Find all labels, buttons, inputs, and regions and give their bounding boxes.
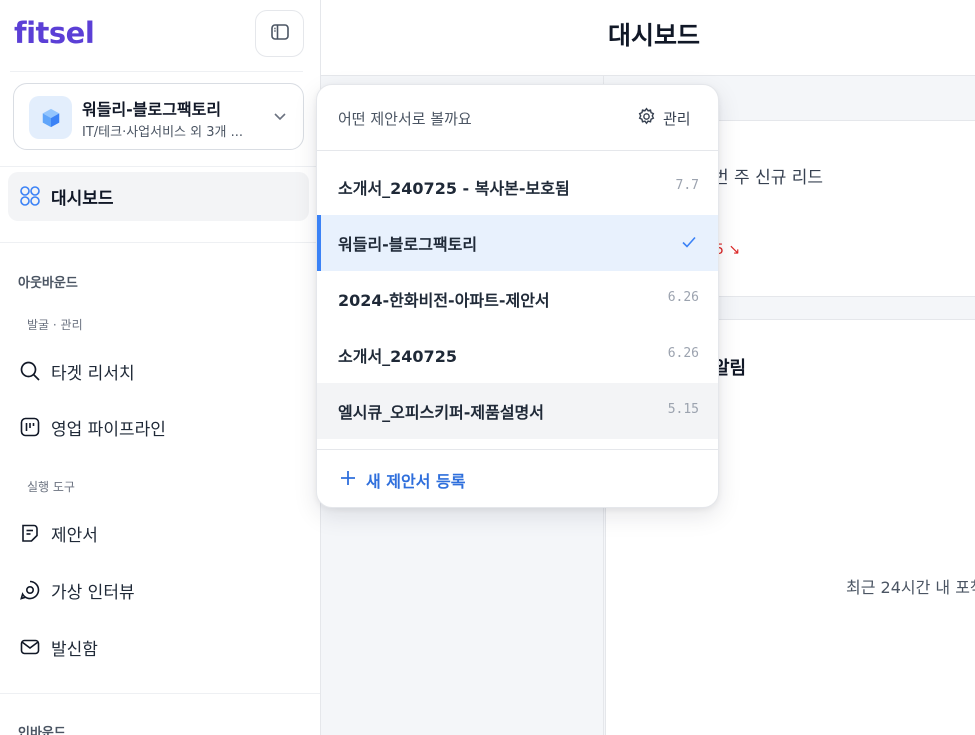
- proposal-name: 소개서_240725 - 복사본-보호됨: [338, 179, 570, 198]
- alerts-empty-text: 최근 24시간 내 포착: [846, 578, 975, 597]
- proposal-option-hovered[interactable]: 엘시큐_오피스키퍼-제품설명서 5.15: [317, 383, 718, 439]
- sidebar-item-label: 영업 파이프라인: [51, 419, 166, 440]
- grid-icon: [18, 184, 42, 208]
- sidebar: fitsel 워들리-블로그팩토리 IT/테크·사업서비스 외 3개 ... 대…: [0, 0, 321, 735]
- mail-icon: [18, 635, 42, 659]
- search-icon: [18, 359, 42, 383]
- manage-label: 관리: [663, 109, 691, 128]
- check-icon: [680, 233, 698, 255]
- add-proposal-label: 새 제안서 등록: [366, 472, 466, 491]
- subsection-heading: 발굴 · 관리: [27, 318, 83, 332]
- dropdown-footer: 새 제안서 등록: [317, 449, 718, 507]
- document-icon: [18, 521, 42, 545]
- proposal-date: 6.26: [667, 290, 699, 305]
- sidebar-item-label: 제안서: [51, 525, 98, 546]
- app-root: fitsel 워들리-블로그팩토리 IT/테크·사업서비스 외 3개 ... 대…: [0, 0, 975, 735]
- divider: [10, 71, 303, 72]
- chat-bot-icon: [18, 578, 42, 602]
- section-heading-inbound: 인바운드: [18, 726, 66, 735]
- proposal-option[interactable]: 소개서_240725 - 복사본-보호됨 7.7: [317, 159, 718, 215]
- add-proposal-button[interactable]: 새 제안서 등록: [339, 468, 465, 492]
- sidebar-item-pipeline[interactable]: 영업 파이프라인: [18, 413, 166, 441]
- workspace-name: 워들리-블로그팩토리: [82, 100, 222, 119]
- section-heading-outbound: 아웃바운드: [18, 276, 78, 291]
- manage-button[interactable]: 관리: [637, 106, 691, 130]
- sidebar-item-dashboard[interactable]: 대시보드: [18, 182, 114, 210]
- sidebar-toggle-button[interactable]: [255, 10, 304, 57]
- chevron-down-icon: [272, 108, 288, 128]
- sidebar-item-target-research[interactable]: 타겟 리서치: [18, 357, 135, 385]
- proposal-date: 7.7: [675, 178, 699, 193]
- proposal-name: 워들리-블로그팩토리: [338, 235, 478, 254]
- brand-logo[interactable]: fitsel: [14, 16, 95, 50]
- sidebar-item-label: 대시보드: [51, 188, 114, 209]
- proposal-name: 엘시큐_오피스키퍼-제품설명서: [338, 403, 545, 422]
- proposal-list: 소개서_240725 - 복사본-보호됨 7.7 워들리-블로그팩토리 2024…: [317, 159, 718, 439]
- proposal-name: 2024-한화비전-아파트-제안서: [338, 291, 550, 310]
- subsection-heading: 실행 도구: [27, 480, 75, 494]
- proposal-name: 소개서_240725: [338, 347, 457, 366]
- divider: [0, 242, 320, 243]
- proposal-dropdown: 어떤 제안서로 볼까요 관리 소개서_240725 - 복사본-보호됨 7.7 …: [316, 84, 719, 508]
- proposal-option[interactable]: 소개서_240725 6.26: [317, 327, 718, 383]
- pipeline-icon: [18, 415, 42, 439]
- proposal-date: 5.15: [667, 402, 699, 417]
- top-bar: 대시보드: [321, 0, 975, 76]
- sidebar-item-label: 가상 인터뷰: [51, 582, 135, 603]
- plus-icon: [339, 469, 357, 491]
- gear-icon: [637, 107, 656, 130]
- divider: [0, 166, 320, 167]
- workspace-selector[interactable]: 워들리-블로그팩토리 IT/테크·사업서비스 외 3개 ...: [13, 83, 304, 150]
- new-leads-label: 번 주 신규 리드: [713, 168, 824, 188]
- sidebar-item-outbox[interactable]: 발신함: [18, 633, 98, 661]
- sidebar-item-label: 발신함: [51, 639, 98, 660]
- proposal-date: 6.26: [667, 346, 699, 361]
- proposal-option[interactable]: 2024-한화비전-아파트-제안서 6.26: [317, 271, 718, 327]
- proposal-option-selected[interactable]: 워들리-블로그팩토리: [317, 215, 718, 271]
- divider: [0, 693, 320, 694]
- dropdown-question: 어떤 제안서로 볼까요: [338, 110, 472, 128]
- box-icon: [29, 96, 72, 139]
- workspace-subtitle: IT/테크·사업서비스 외 3개 ...: [82, 125, 243, 140]
- sidebar-panel-icon: [270, 22, 290, 46]
- sidebar-item-proposals[interactable]: 제안서: [18, 519, 98, 547]
- sidebar-item-label: 타겟 리서치: [51, 363, 135, 384]
- dropdown-header: 어떤 제안서로 볼까요 관리: [317, 85, 718, 151]
- page-title: 대시보드: [608, 21, 701, 50]
- sidebar-item-virtual-interview[interactable]: 가상 인터뷰: [18, 576, 135, 604]
